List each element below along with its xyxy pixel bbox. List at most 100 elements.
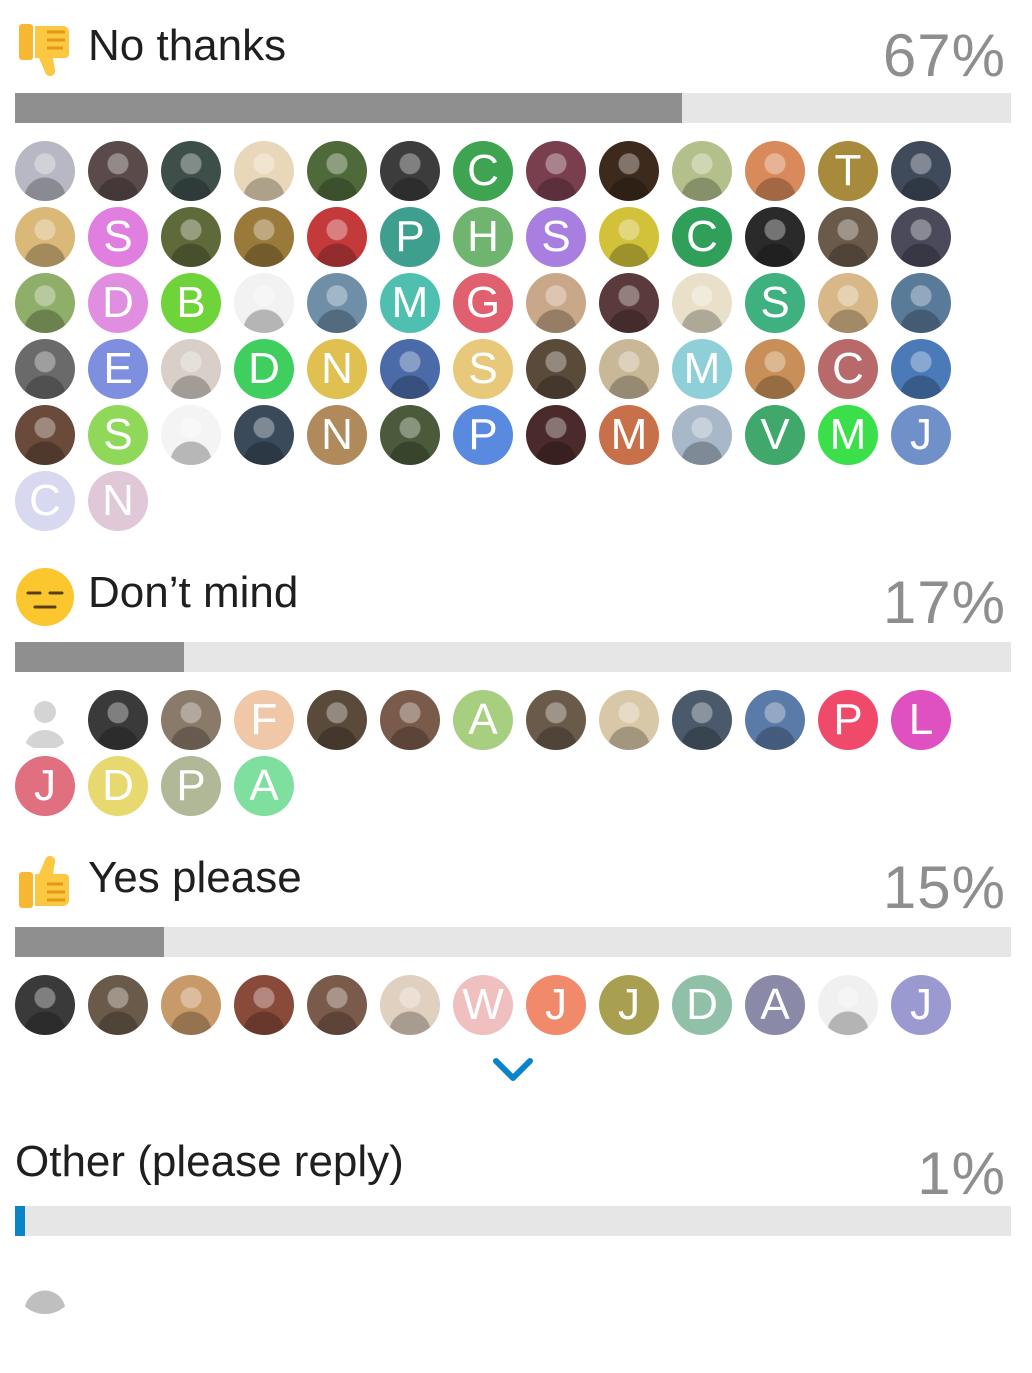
- voter-avatar-photo[interactable]: [15, 1254, 75, 1314]
- chevron-down-icon[interactable]: [492, 1056, 534, 1084]
- voter-avatar-photo[interactable]: [599, 690, 659, 750]
- voter-avatar-initial[interactable]: L: [891, 690, 951, 750]
- voter-avatar-initial[interactable]: B: [161, 273, 221, 333]
- voter-avatar-photo[interactable]: [891, 273, 951, 333]
- voter-avatar-initial[interactable]: J: [891, 405, 951, 465]
- voter-avatar-initial[interactable]: D: [234, 339, 294, 399]
- voter-avatar-photo[interactable]: [599, 339, 659, 399]
- voter-avatar-photo[interactable]: [526, 141, 586, 201]
- voter-avatar-photo[interactable]: [161, 975, 221, 1035]
- voter-avatar-photo[interactable]: [380, 975, 440, 1035]
- voter-avatar-initial[interactable]: F: [234, 690, 294, 750]
- voter-avatar-initial[interactable]: P: [453, 405, 513, 465]
- voter-avatar-photo[interactable]: [380, 405, 440, 465]
- voter-avatar-photo[interactable]: [526, 690, 586, 750]
- voter-avatar-initial[interactable]: T: [818, 141, 878, 201]
- voter-avatar-photo[interactable]: [818, 273, 878, 333]
- voter-avatar-photo[interactable]: [161, 207, 221, 267]
- voter-avatar-photo[interactable]: [88, 690, 148, 750]
- voter-avatar-initial[interactable]: G: [453, 273, 513, 333]
- voter-avatar-photo[interactable]: [161, 339, 221, 399]
- voter-avatar-photo[interactable]: [526, 273, 586, 333]
- voter-avatar-photo[interactable]: [234, 141, 294, 201]
- voter-avatar-photo[interactable]: [15, 339, 75, 399]
- voter-avatar-photo[interactable]: [599, 273, 659, 333]
- voter-avatar-initial[interactable]: S: [526, 207, 586, 267]
- voter-avatar-initial[interactable]: N: [307, 405, 367, 465]
- voter-avatar-initial[interactable]: C: [15, 471, 75, 531]
- voter-avatar-initial[interactable]: N: [307, 339, 367, 399]
- voter-avatar-photo[interactable]: [672, 141, 732, 201]
- voter-avatar-initial[interactable]: D: [672, 975, 732, 1035]
- voter-avatar-initial[interactable]: M: [818, 405, 878, 465]
- voter-avatar-initial[interactable]: S: [88, 405, 148, 465]
- voter-avatar-initial[interactable]: A: [745, 975, 805, 1035]
- voter-avatar-photo[interactable]: [161, 690, 221, 750]
- voter-avatar-photo[interactable]: [891, 207, 951, 267]
- voter-avatar-photo[interactable]: [234, 273, 294, 333]
- voter-avatar-photo[interactable]: [161, 405, 221, 465]
- voter-avatar-initial[interactable]: P: [380, 207, 440, 267]
- voter-avatar-photo[interactable]: [745, 207, 805, 267]
- voter-avatar-photo[interactable]: [234, 975, 294, 1035]
- voter-avatar-initial[interactable]: S: [745, 273, 805, 333]
- voter-avatar-photo[interactable]: [15, 141, 75, 201]
- voter-avatar-photo[interactable]: [891, 339, 951, 399]
- voter-avatar-initial[interactable]: D: [88, 273, 148, 333]
- voter-avatar-initial[interactable]: J: [891, 975, 951, 1035]
- voter-avatar-initial[interactable]: C: [818, 339, 878, 399]
- voter-avatar-photo[interactable]: [745, 141, 805, 201]
- voter-avatar-initial[interactable]: C: [672, 207, 732, 267]
- voter-avatar-photo[interactable]: [307, 141, 367, 201]
- default-user-icon[interactable]: [15, 690, 75, 750]
- voter-avatar-initial[interactable]: V: [745, 405, 805, 465]
- voter-avatar-photo[interactable]: [15, 975, 75, 1035]
- voter-avatar-photo[interactable]: [745, 339, 805, 399]
- voter-avatar-photo[interactable]: [526, 339, 586, 399]
- voter-avatar-photo[interactable]: [15, 207, 75, 267]
- voter-avatar-photo[interactable]: [234, 207, 294, 267]
- voter-avatar-photo[interactable]: [307, 975, 367, 1035]
- voter-avatar-initial[interactable]: J: [15, 756, 75, 816]
- voter-avatar-initial[interactable]: J: [526, 975, 586, 1035]
- voter-avatar-initial[interactable]: W: [453, 975, 513, 1035]
- voter-avatar-photo[interactable]: [307, 207, 367, 267]
- voter-avatar-photo[interactable]: [818, 975, 878, 1035]
- voter-avatar-photo[interactable]: [88, 975, 148, 1035]
- voter-avatar-photo[interactable]: [234, 405, 294, 465]
- voter-avatar-photo[interactable]: [818, 207, 878, 267]
- voter-avatar-initial[interactable]: D: [88, 756, 148, 816]
- voter-avatar-initial[interactable]: A: [234, 756, 294, 816]
- voter-avatar-photo[interactable]: [380, 690, 440, 750]
- voter-avatar-photo[interactable]: [672, 690, 732, 750]
- voter-avatar-photo[interactable]: [15, 273, 75, 333]
- voter-avatar-photo[interactable]: [15, 405, 75, 465]
- voter-avatar-initial[interactable]: A: [453, 690, 513, 750]
- voter-avatar-initial[interactable]: M: [380, 273, 440, 333]
- voter-avatar-initial[interactable]: J: [599, 975, 659, 1035]
- voter-avatar-photo[interactable]: [891, 141, 951, 201]
- voter-avatars: WJJDAJ: [15, 975, 1025, 1039]
- voter-avatar-photo[interactable]: [672, 273, 732, 333]
- voter-avatar-photo[interactable]: [599, 207, 659, 267]
- voter-avatar-photo[interactable]: [307, 273, 367, 333]
- voter-avatar-photo[interactable]: [380, 141, 440, 201]
- voter-avatar-photo[interactable]: [526, 405, 586, 465]
- voter-avatar-initial[interactable]: P: [161, 756, 221, 816]
- voter-avatar-initial[interactable]: N: [88, 471, 148, 531]
- voter-avatar-initial[interactable]: S: [453, 339, 513, 399]
- voter-avatar-photo[interactable]: [161, 141, 221, 201]
- voter-avatar-photo[interactable]: [599, 141, 659, 201]
- voter-avatar-initial[interactable]: M: [599, 405, 659, 465]
- voter-avatar-initial[interactable]: C: [453, 141, 513, 201]
- voter-avatar-initial[interactable]: M: [672, 339, 732, 399]
- voter-avatar-photo[interactable]: [672, 405, 732, 465]
- voter-avatar-initial[interactable]: P: [818, 690, 878, 750]
- voter-avatar-initial[interactable]: E: [88, 339, 148, 399]
- voter-avatar-photo[interactable]: [88, 141, 148, 201]
- voter-avatar-initial[interactable]: S: [88, 207, 148, 267]
- voter-avatar-photo[interactable]: [380, 339, 440, 399]
- voter-avatar-initial[interactable]: H: [453, 207, 513, 267]
- voter-avatar-photo[interactable]: [307, 690, 367, 750]
- voter-avatar-photo[interactable]: [745, 690, 805, 750]
